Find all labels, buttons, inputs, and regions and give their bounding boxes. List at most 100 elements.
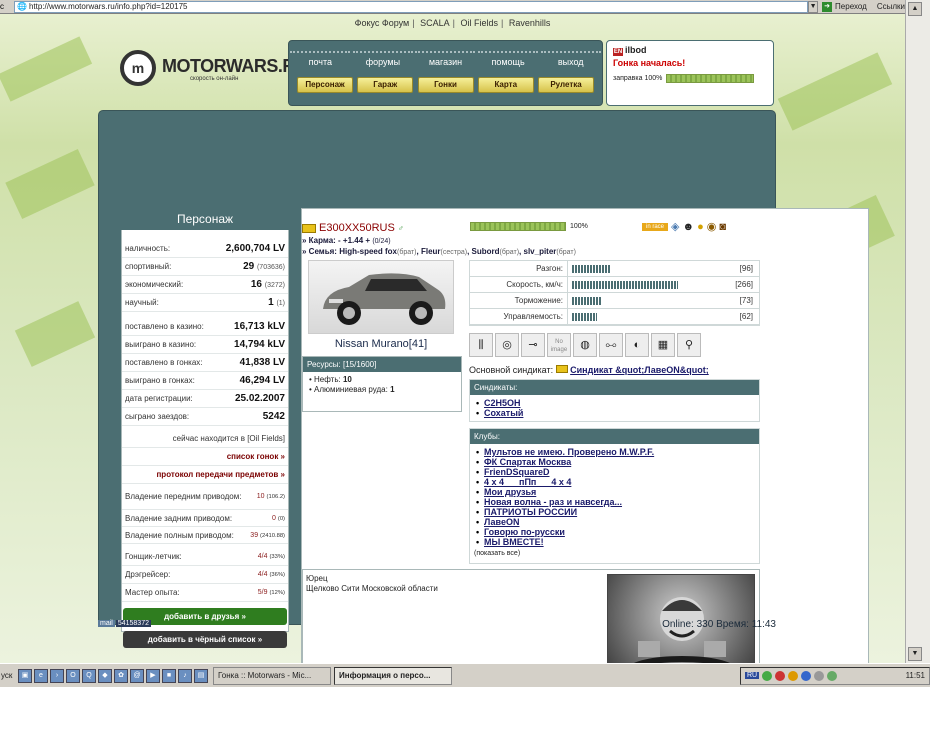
- menu-shop[interactable]: магазин: [415, 51, 476, 67]
- syndicate-link[interactable]: C2H5OH: [474, 398, 755, 408]
- username[interactable]: ilbod: [625, 45, 647, 55]
- tray-update-icon[interactable]: [801, 670, 812, 681]
- about-box: Юрец Щелково Сити Московской области: [302, 569, 760, 663]
- quicklaunch-folder-icon[interactable]: ▤: [194, 668, 208, 683]
- stat-label: экономический:: [125, 280, 184, 289]
- badge-icon[interactable]: ◙: [719, 221, 726, 233]
- performance-value: [96]: [739, 264, 753, 273]
- family-member-link[interactable]: Subord: [472, 247, 500, 256]
- menu-mail[interactable]: почта: [290, 51, 351, 67]
- show-all-clubs-link[interactable]: (показать все): [470, 550, 759, 557]
- start-button[interactable]: уск: [0, 671, 18, 680]
- url-dropdown-icon[interactable]: ▼: [808, 0, 819, 13]
- club-link[interactable]: 4 х 4 пПп 4 х 4: [474, 477, 755, 487]
- menu-forums[interactable]: форумы: [352, 51, 413, 67]
- club-link[interactable]: FrienDSquareD: [474, 467, 755, 477]
- quicklaunch-player-icon[interactable]: ♪: [178, 668, 192, 683]
- menu-map-button[interactable]: Карта: [477, 77, 534, 93]
- url-input[interactable]: 🌐 http://www.motorwars.ru/info.php?id=120…: [13, 0, 809, 13]
- counter-badge[interactable]: mail 54158372: [98, 620, 151, 627]
- exhaust-icon[interactable]: ⊸: [521, 333, 545, 357]
- tray-app-icon[interactable]: [827, 670, 838, 681]
- menu-races-button[interactable]: Гонки: [417, 77, 474, 93]
- links-button[interactable]: Ссылки: [877, 2, 905, 11]
- menu-garage-button[interactable]: Гараж: [357, 77, 414, 93]
- club-link[interactable]: Говорю по-русски: [474, 527, 755, 537]
- coin-icon[interactable]: ●: [697, 221, 704, 233]
- club-link[interactable]: Мультов не имею. Проверено M.W.P.F.: [474, 447, 755, 457]
- language-indicator[interactable]: RU: [745, 672, 760, 679]
- stat-value: 25.02.2007: [235, 393, 285, 404]
- performance-label: Торможение:: [470, 292, 568, 309]
- skull-icon[interactable]: ☻: [682, 221, 694, 233]
- resource-label: Алюминиевая руда:: [314, 385, 388, 394]
- tire-icon[interactable]: ◎: [495, 333, 519, 357]
- karma-value[interactable]: - +1.44 +: [338, 236, 370, 245]
- family-member-link[interactable]: slv_piter: [524, 247, 557, 256]
- shock-absorber-icon[interactable]: ⫼: [469, 333, 493, 357]
- brake-disc-icon[interactable]: ◍: [573, 333, 597, 357]
- main-syndicate-link[interactable]: Синдикат &quot;ЛавеON&quot;: [570, 365, 709, 375]
- scroll-down-icon[interactable]: ▼: [908, 647, 922, 661]
- ecu-icon[interactable]: ▦: [651, 333, 675, 357]
- stat-label: дата регистрации:: [125, 394, 193, 403]
- stat-label: Дрэгрейсер:: [125, 570, 171, 579]
- menu-roulette-button[interactable]: Рулетка: [538, 77, 594, 93]
- club-link[interactable]: ЛавеON: [474, 517, 755, 527]
- topnav-link-forum[interactable]: Фокус Форум: [355, 18, 410, 28]
- tray-messenger-icon[interactable]: [788, 670, 799, 681]
- stat-row: выиграно в гонках: 46,294 LV: [122, 372, 288, 390]
- quicklaunch-mail-icon[interactable]: @: [130, 668, 144, 683]
- stat-label: научный:: [125, 298, 159, 307]
- stat-value-number: 46,294 LV: [239, 375, 285, 386]
- stat-value-sub: (2410.88): [260, 532, 285, 539]
- add-blacklist-button[interactable]: добавить в чёрный список »: [123, 631, 287, 648]
- syndicate-link[interactable]: Сохатый: [474, 408, 755, 418]
- scroll-up-icon[interactable]: ▲: [908, 2, 922, 16]
- quicklaunch-opera-icon[interactable]: O: [66, 668, 80, 683]
- turbo-icon[interactable]: ◐: [625, 333, 649, 357]
- topnav-link-oilfields[interactable]: Oil Fields: [460, 18, 498, 28]
- site-logo[interactable]: m MOTORWARS.RU скорость он-лайн: [120, 50, 308, 90]
- club-link[interactable]: ПАТРИОТЫ РОССИИ: [474, 507, 755, 517]
- diamond-icon[interactable]: ◈: [671, 220, 679, 233]
- quicklaunch-desktop-icon[interactable]: ▣: [18, 668, 32, 683]
- spark-plug-icon[interactable]: ⚲: [677, 333, 701, 357]
- club-link[interactable]: Мои друзья: [474, 487, 755, 497]
- club-link[interactable]: ФК Спартак Москва: [474, 457, 755, 467]
- quicklaunch-app-icon[interactable]: ◆: [98, 668, 112, 683]
- url-text: http://www.motorwars.ru/info.php?id=1201…: [28, 1, 188, 11]
- clubs-box: Клубы: Мультов не имею. Проверено M.W.P.…: [469, 428, 760, 564]
- quicklaunch-search-icon[interactable]: Q: [82, 668, 96, 683]
- no-image-icon[interactable]: No image: [547, 333, 571, 357]
- stat-value: 1 (1): [268, 297, 285, 308]
- club-link[interactable]: МЫ ВМЕСТЕ!: [474, 537, 755, 547]
- medal-icon[interactable]: ◉: [707, 220, 717, 233]
- club-link[interactable]: Новая волна - раз и навсегда...: [474, 497, 755, 507]
- go-button[interactable]: ➜ Переход: [822, 1, 867, 12]
- task-motorwars[interactable]: Гонка :: Motorwars - Mic...: [213, 666, 331, 685]
- topnav-link-ravenhills[interactable]: Ravenhills: [509, 18, 551, 28]
- menu-character-button[interactable]: Персонаж: [297, 77, 353, 93]
- tray-volume-icon[interactable]: [814, 670, 825, 681]
- vertical-scrollbar[interactable]: ▲ ▼: [905, 0, 930, 663]
- tray-network-icon[interactable]: [762, 670, 773, 681]
- quicklaunch-chat-icon[interactable]: ✿: [114, 668, 128, 683]
- race-status[interactable]: Гонка началась!: [613, 58, 767, 68]
- quicklaunch-media-icon[interactable]: ▶: [146, 668, 160, 683]
- topnav-link-scala[interactable]: SCALA: [420, 18, 450, 28]
- menu-help[interactable]: помощь: [478, 51, 539, 67]
- tray-antivirus-icon[interactable]: [775, 670, 786, 681]
- quicklaunch-ie-icon[interactable]: e: [34, 668, 48, 683]
- family-member-link[interactable]: High-speed fox: [339, 247, 397, 256]
- quicklaunch-cmd-icon[interactable]: ›: [50, 668, 64, 683]
- task-info[interactable]: Информация о персо...: [334, 666, 452, 685]
- menu-logout[interactable]: выход: [540, 51, 601, 67]
- transfer-log-link[interactable]: протокол передачи предметов »: [122, 466, 288, 484]
- family-member-link[interactable]: Fleur: [421, 247, 441, 256]
- stat-value-number: 5242: [262, 411, 285, 422]
- races-list-link[interactable]: список гонок »: [122, 448, 288, 466]
- quicklaunch-game-icon[interactable]: ■: [162, 668, 176, 683]
- suspension-icon[interactable]: ⧟: [599, 333, 623, 357]
- stat-label: сыграно заездов:: [125, 412, 190, 421]
